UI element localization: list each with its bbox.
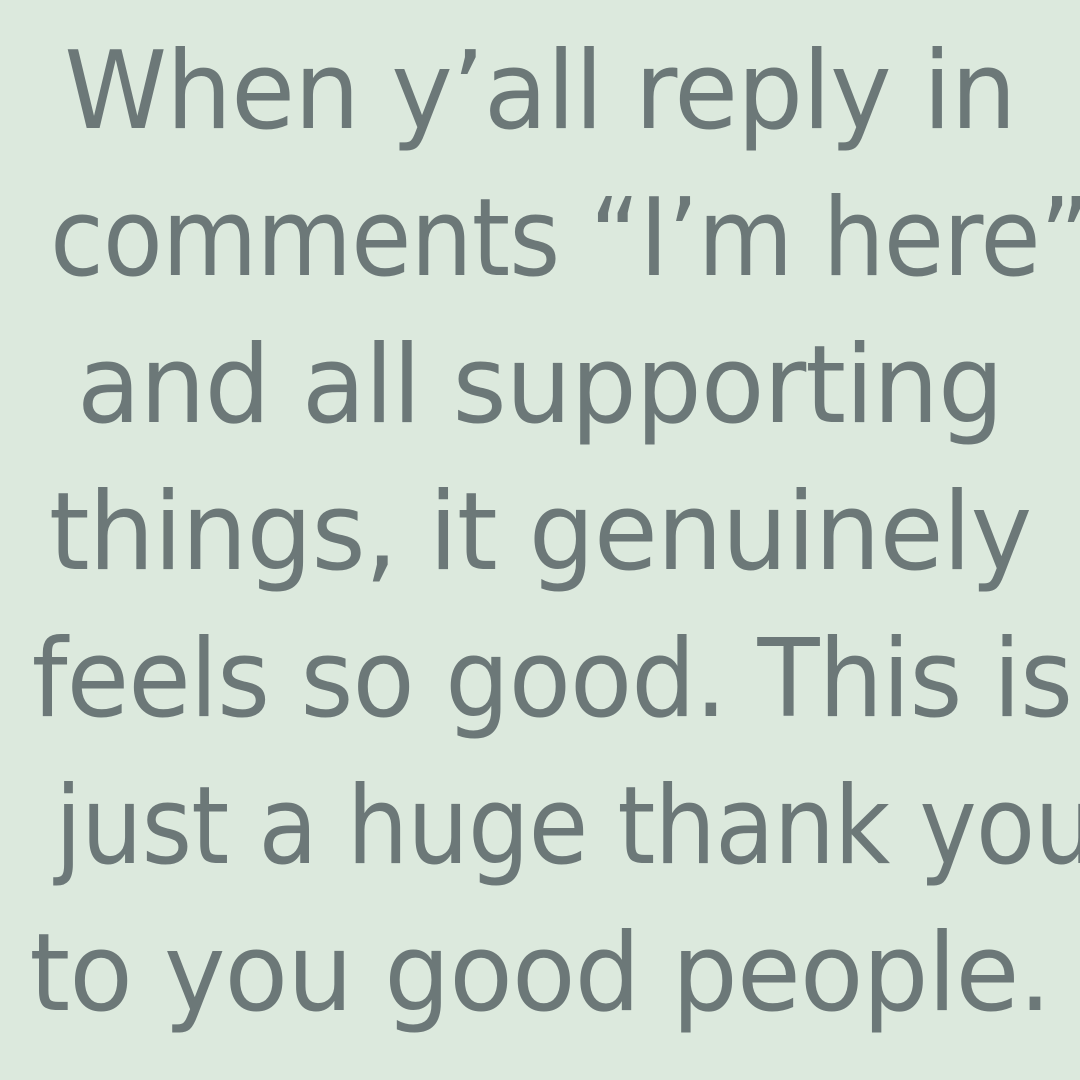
quote-line-6: just a huge thank you bbox=[55, 764, 1080, 889]
post-image-card: When y’all reply in comments “I’m here” … bbox=[0, 0, 1080, 1080]
quote-line-2: comments “I’m here” bbox=[49, 176, 1080, 301]
quote-line-5: feels so good. This is bbox=[31, 617, 1073, 742]
quote-line-3: and all supporting bbox=[76, 323, 1004, 448]
quote-text-block: When y’all reply in comments “I’m here” … bbox=[0, 18, 1080, 1047]
quote-line-4: things, it genuinely bbox=[48, 470, 1032, 595]
quote-line-1: When y’all reply in bbox=[64, 29, 1016, 154]
quote-line-7: to you good people. bbox=[29, 911, 1051, 1036]
